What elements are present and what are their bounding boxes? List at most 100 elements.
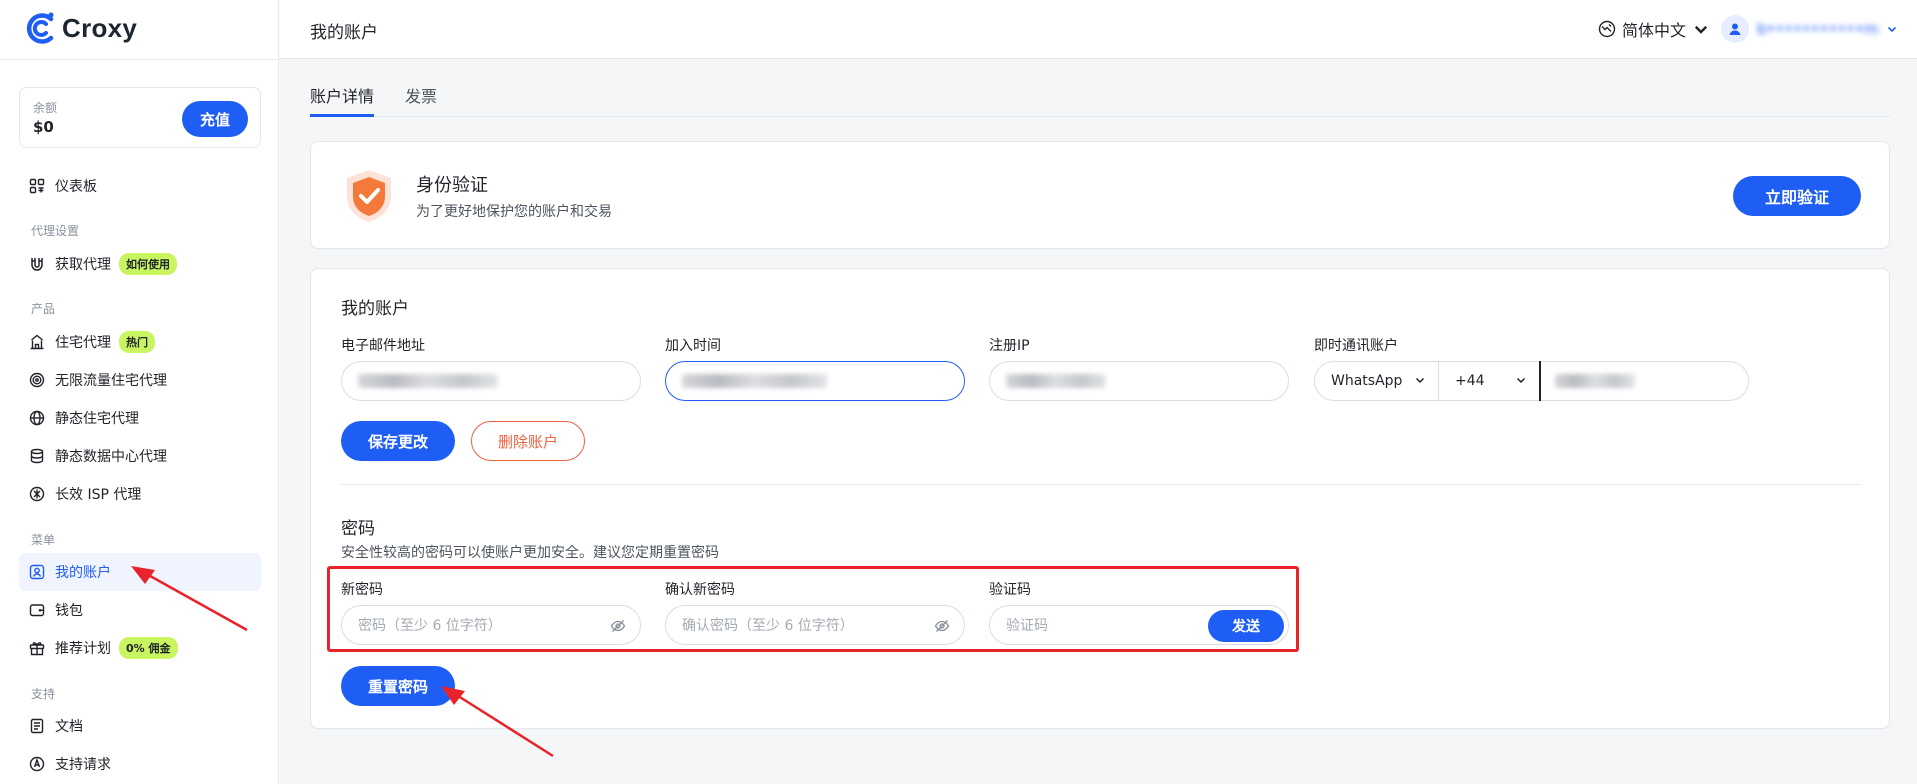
dashboard-icon — [29, 178, 45, 194]
sidebar-item-label: 静态住宅代理 — [55, 411, 139, 427]
sidebar-item-my-account[interactable]: 我的账户 — [19, 553, 261, 591]
top-header: 我的账户 简体中文 b•••••••••••m — [280, 0, 1917, 59]
reset-password-button[interactable]: 重置密码 — [341, 666, 455, 706]
chevron-down-icon — [1415, 377, 1425, 384]
sidebar-item-label: 无限流量住宅代理 — [55, 373, 167, 389]
wallet-icon — [29, 602, 45, 618]
password-section-title: 密码 — [341, 519, 375, 539]
gift-icon — [29, 640, 45, 656]
network-icon — [29, 486, 45, 502]
joined-value-redacted — [682, 374, 827, 388]
database-icon — [29, 448, 45, 464]
tab-account-details[interactable]: 账户详情 — [310, 83, 374, 107]
sidebar-item-label: 钱包 — [55, 603, 83, 619]
sidebar-item-label: 仪表板 — [55, 179, 97, 195]
hot-badge: 热门 — [119, 331, 155, 353]
ip-value-redacted — [1006, 374, 1106, 388]
commission-badge: 0% 佣金 — [119, 637, 178, 659]
shield-check-icon — [347, 170, 391, 222]
verification-title: 身份验证 — [416, 175, 488, 196]
annotation-highlight-box — [327, 566, 1299, 652]
chevron-down-icon — [1694, 25, 1708, 34]
sidebar-item-label: 推荐计划 — [55, 641, 111, 657]
how-to-use-badge[interactable]: 如何使用 — [119, 253, 177, 275]
account-section-title: 我的账户 — [341, 299, 409, 319]
sidebar-item-residential[interactable]: 住宅代理 热门 — [19, 323, 261, 361]
phone-value-redacted — [1555, 374, 1635, 388]
section-label-support: 支持 — [31, 687, 56, 701]
sidebar-item-unlimited[interactable]: 无限流量住宅代理 — [19, 361, 261, 399]
sidebar-item-label: 获取代理 — [55, 257, 111, 273]
email-value-redacted — [358, 374, 498, 388]
phone-code-select[interactable]: +44 — [1439, 361, 1539, 401]
sidebar-item-support[interactable]: 支持请求 — [19, 745, 261, 783]
email-label: 电子邮件地址 — [341, 338, 425, 354]
sidebar-item-isp[interactable]: 长效 ISP 代理 — [19, 475, 261, 513]
user-email: b•••••••••••m — [1757, 20, 1879, 38]
user-menu[interactable]: b•••••••••••m — [1721, 15, 1898, 43]
sidebar-item-label: 静态数据中心代理 — [55, 449, 167, 465]
save-changes-button[interactable]: 保存更改 — [341, 421, 455, 461]
sidebar-item-label: 我的账户 — [55, 565, 111, 581]
logo-divider — [0, 59, 279, 60]
language-label: 简体中文 — [1622, 21, 1687, 40]
sidebar-item-static-residential[interactable]: 静态住宅代理 — [19, 399, 261, 437]
active-tab-indicator — [310, 114, 374, 117]
section-divider — [341, 484, 1861, 485]
email-field[interactable] — [341, 361, 641, 401]
user-icon — [1729, 23, 1741, 35]
delete-account-button[interactable]: 删除账户 — [471, 421, 585, 461]
sidebar-item-docs[interactable]: 文档 — [19, 707, 261, 745]
target-icon — [29, 372, 45, 388]
im-label: 即时通讯账户 — [1314, 338, 1398, 354]
sidebar-item-label: 文档 — [55, 719, 83, 735]
brand-logo[interactable]: Croxy — [24, 11, 137, 46]
identity-verification-card: 身份验证 为了更好地保护您的账户和交易 立即验证 — [310, 141, 1890, 249]
joined-label: 加入时间 — [665, 338, 721, 354]
page-title: 我的账户 — [310, 23, 378, 43]
sidebar-item-label: 住宅代理 — [55, 335, 111, 351]
user-card-icon — [29, 564, 45, 580]
sidebar-item-get-proxy[interactable]: 获取代理 如何使用 — [19, 245, 261, 283]
croxy-logo-icon — [26, 12, 54, 44]
tab-invoices[interactable]: 发票 — [405, 83, 437, 107]
im-account-group: WhatsApp +44 — [1314, 361, 1749, 401]
brand-name: Croxy — [62, 13, 138, 43]
registration-ip-field[interactable] — [989, 361, 1289, 401]
magnet-icon — [29, 256, 45, 272]
phone-code-value: +44 — [1455, 373, 1485, 389]
joined-time-field[interactable] — [665, 361, 965, 401]
sidebar-item-static-datacenter[interactable]: 静态数据中心代理 — [19, 437, 261, 475]
language-selector[interactable]: 简体中文 — [1598, 17, 1710, 41]
balance-card: 余额 $0 充值 — [19, 87, 261, 148]
building-icon — [29, 334, 45, 350]
globe-icon — [29, 410, 45, 426]
sidebar-item-label: 长效 ISP 代理 — [55, 487, 142, 503]
phone-number-input[interactable] — [1541, 361, 1748, 401]
sidebar-item-label: 支持请求 — [55, 757, 111, 773]
verification-subtitle: 为了更好地保护您的账户和交易 — [416, 204, 612, 220]
sidebar-item-referral[interactable]: 推荐计划 0% 佣金 — [19, 629, 261, 667]
im-app-select[interactable]: WhatsApp — [1315, 361, 1438, 401]
ip-label: 注册IP — [989, 338, 1030, 354]
avatar — [1721, 15, 1749, 43]
language-icon — [1598, 20, 1616, 38]
account-card: 我的账户 电子邮件地址 加入时间 注册IP 即时通讯账户 WhatsApp +4… — [310, 268, 1890, 729]
document-icon — [29, 718, 45, 734]
tab-bar: 账户详情 发票 — [310, 78, 1890, 117]
verify-now-button[interactable]: 立即验证 — [1733, 176, 1861, 216]
password-hint: 安全性较高的密码可以使账户更加安全。建议您定期重置密码 — [341, 545, 719, 561]
sidebar-item-dashboard[interactable]: 仪表板 — [19, 167, 261, 205]
sidebar: Croxy 余额 $0 充值 仪表板 代理设置 获取代理 如何使用 产品 住宅代… — [0, 0, 279, 784]
balance-label: 余额 — [33, 101, 58, 115]
chevron-down-icon — [1516, 377, 1526, 384]
sidebar-item-wallet[interactable]: 钱包 — [19, 591, 261, 629]
im-app-value: WhatsApp — [1331, 373, 1403, 389]
section-label-menu: 菜单 — [31, 533, 56, 547]
section-label-product: 产品 — [31, 302, 56, 316]
chevron-down-icon — [1888, 26, 1897, 33]
support-icon — [29, 756, 45, 772]
recharge-button[interactable]: 充值 — [182, 101, 248, 137]
balance-value: $0 — [33, 118, 54, 136]
section-label-proxy: 代理设置 — [31, 224, 80, 238]
